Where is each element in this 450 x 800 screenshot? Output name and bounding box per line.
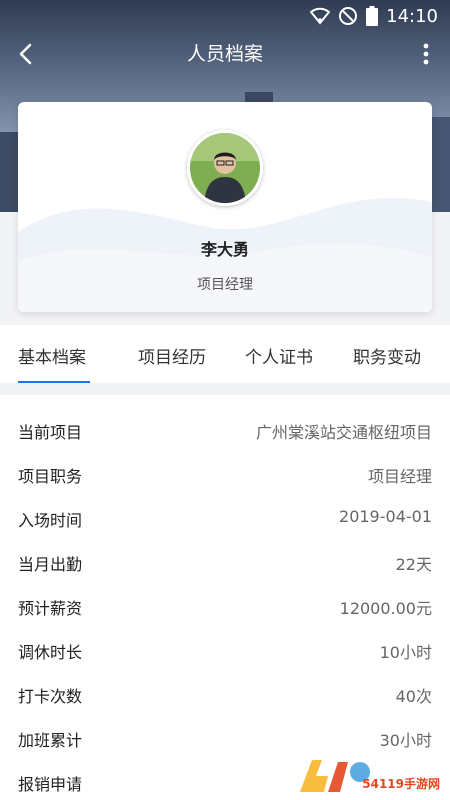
more-vertical-icon	[423, 43, 429, 65]
info-label: 项目职务	[18, 467, 83, 486]
info-label: 入场时间	[18, 511, 83, 530]
tab-certificates[interactable]: 个人证书	[245, 343, 313, 368]
info-row-leave-hours: 调休时长 10小时	[0, 629, 450, 673]
wifi-icon	[310, 7, 331, 25]
tab-basic-profile[interactable]: 基本档案	[18, 343, 86, 368]
tab-bar: 基本档案 项目经历 个人证书 职务变动	[0, 325, 450, 383]
info-value: 30小时	[379, 731, 432, 750]
info-row-current-project: 当前项目 广州棠溪站交通枢纽项目	[0, 409, 450, 453]
tab-position-changes[interactable]: 职务变动	[353, 343, 421, 368]
info-value: 12000.00元	[339, 599, 432, 618]
info-label: 报销申请	[18, 775, 83, 794]
info-label: 预计薪资	[18, 599, 83, 618]
tab-project-history[interactable]: 项目经历	[138, 343, 206, 368]
info-label: 调休时长	[18, 643, 83, 662]
status-bar: 14:10	[0, 0, 450, 34]
active-tab-indicator	[18, 381, 90, 383]
profile-card: 李大勇 项目经理	[18, 102, 432, 312]
info-value: 广州棠溪站交通枢纽项目	[255, 423, 432, 442]
info-value: 项目经理	[367, 467, 432, 486]
info-row-estimated-salary: 预计薪资 12000.00元	[0, 585, 450, 629]
info-list: 当前项目 广州棠溪站交通枢纽项目 项目职务 项目经理 入场时间 2019-04-…	[0, 395, 450, 800]
watermark-text: 54119手游网	[362, 777, 440, 791]
info-label: 当月出勤	[18, 555, 83, 574]
info-row-monthly-attendance: 当月出勤 22天	[0, 541, 450, 585]
info-row-entry-date: 入场时间 2019-04-01	[0, 497, 450, 541]
info-label: 加班累计	[18, 731, 83, 750]
info-value: 40次	[395, 687, 432, 706]
battery-icon	[366, 6, 379, 26]
info-value: 2019-04-01	[339, 507, 432, 526]
info-label: 当前项目	[18, 423, 83, 442]
avatar	[187, 130, 263, 206]
nav-bar: 人员档案	[0, 34, 450, 74]
info-row-project-role: 项目职务 项目经理	[0, 453, 450, 497]
avatar-photo	[190, 133, 260, 203]
info-label: 打卡次数	[18, 687, 83, 706]
page-title: 人员档案	[186, 43, 263, 65]
info-value: 22天	[395, 555, 432, 574]
info-row-clock-in-count: 打卡次数 40次	[0, 673, 450, 717]
chevron-left-icon	[19, 43, 32, 65]
info-value: 10小时	[379, 643, 432, 662]
profile-name: 李大勇	[200, 240, 249, 259]
status-time: 14:10	[386, 5, 438, 27]
more-button[interactable]	[414, 38, 438, 70]
watermark-logo: 54119手游网	[294, 752, 444, 800]
back-button[interactable]	[10, 38, 40, 70]
profile-role: 项目经理	[197, 277, 253, 293]
do-not-disturb-icon	[339, 7, 358, 25]
